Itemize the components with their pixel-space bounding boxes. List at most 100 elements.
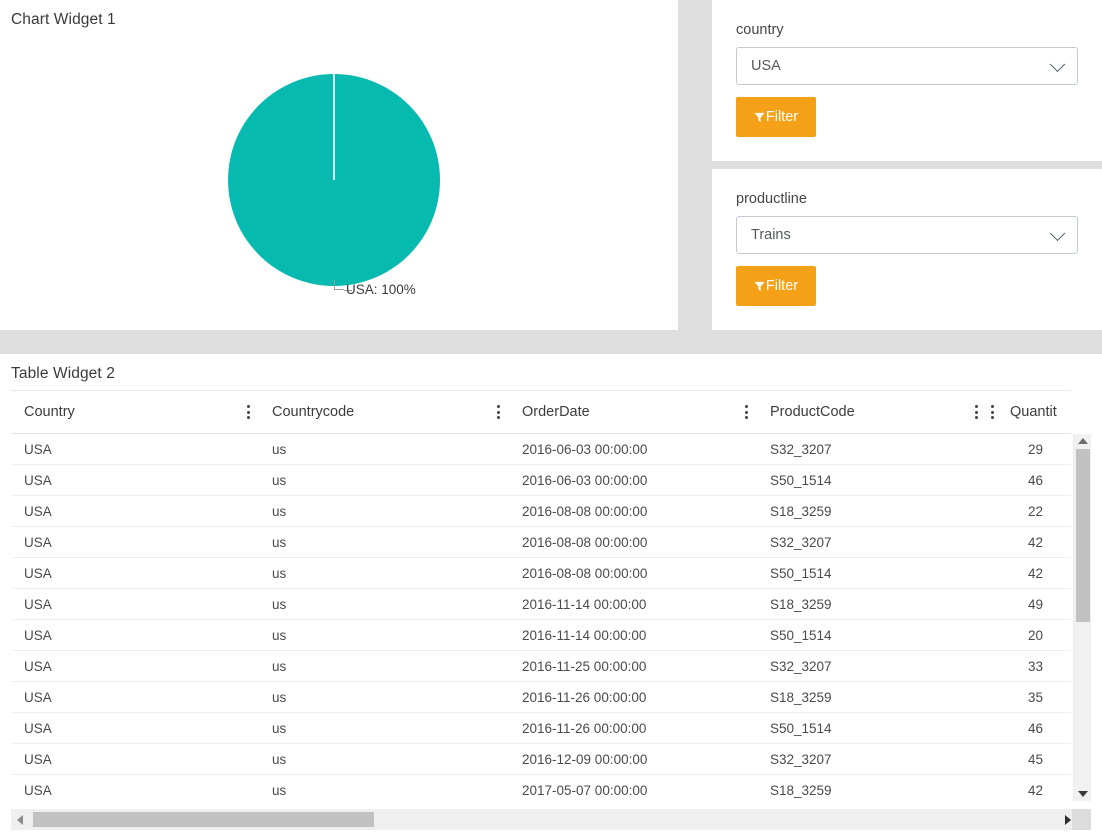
table-cell: 42 — [987, 526, 1071, 558]
productline-filter-button[interactable]: Filter — [736, 266, 816, 306]
column-header-label: ProductCode — [770, 404, 855, 420]
country-select[interactable]: USA — [736, 47, 1078, 85]
table-cell: us — [259, 526, 509, 558]
table-cell: us — [259, 619, 509, 651]
column-gutter — [678, 0, 712, 330]
scrollbar-corner — [1072, 809, 1091, 830]
table-vertical-scrollbar[interactable] — [1073, 434, 1091, 801]
table-cell: S18_3259 — [757, 774, 987, 801]
table-widget-title: Table Widget 2 — [11, 365, 115, 382]
kebab-menu-icon[interactable] — [991, 405, 994, 419]
funnel-icon — [754, 281, 765, 291]
column-header-orderdate[interactable]: OrderDate — [509, 390, 757, 434]
chevron-down-icon — [1049, 56, 1066, 73]
table-cell: USA — [11, 681, 259, 713]
column-header-label: Quantit — [1010, 404, 1057, 420]
table-cell: USA — [11, 619, 259, 651]
table-cell: 46 — [987, 464, 1071, 496]
table-cell: USA — [11, 495, 259, 527]
table-cell: us — [259, 495, 509, 527]
horizontal-scrollbar-thumb[interactable] — [33, 812, 374, 827]
column-header-countrycode[interactable]: Countrycode — [259, 390, 509, 434]
table-cell: USA — [11, 557, 259, 589]
chevron-down-icon — [1049, 225, 1066, 242]
kebab-menu-icon[interactable] — [975, 405, 978, 419]
table-cell: 2017-05-07 00:00:00 — [509, 774, 757, 801]
table-row[interactable]: USA us 2016-06-03 00:00:00 S50_1514 46 — [11, 464, 1071, 496]
table-cell: S32_3207 — [757, 743, 987, 775]
table-row[interactable]: USA us 2016-08-08 00:00:00 S18_3259 22 — [11, 495, 1071, 527]
arrow-up-icon[interactable] — [1077, 438, 1088, 444]
chart-widget-panel: Chart Widget 1 USA: 100% — [0, 0, 678, 330]
table-cell: 2016-06-03 00:00:00 — [509, 433, 757, 465]
table-row[interactable]: USA us 2016-11-14 00:00:00 S50_1514 20 — [11, 619, 1071, 651]
table-row[interactable]: USA us 2016-11-14 00:00:00 S18_3259 49 — [11, 588, 1071, 620]
arrow-right-icon[interactable] — [1065, 814, 1071, 825]
dashboard: Chart Widget 1 USA: 100% country USA Fil… — [0, 0, 1102, 837]
top-row: Chart Widget 1 USA: 100% country USA Fil… — [0, 0, 1102, 330]
table-cell: us — [259, 681, 509, 713]
row-gutter — [0, 330, 1102, 354]
table-cell: 46 — [987, 712, 1071, 744]
kebab-menu-icon[interactable] — [745, 405, 748, 419]
table-cell: 2016-11-26 00:00:00 — [509, 681, 757, 713]
table-cell: us — [259, 588, 509, 620]
column-header-label: OrderDate — [522, 404, 590, 420]
table-row[interactable]: USA us 2017-05-07 00:00:00 S18_3259 42 — [11, 774, 1071, 801]
table-cell: 2016-06-03 00:00:00 — [509, 464, 757, 496]
table-row[interactable]: USA us 2016-08-08 00:00:00 S32_3207 42 — [11, 526, 1071, 558]
table-cell: S18_3259 — [757, 681, 987, 713]
table-cell: 2016-08-08 00:00:00 — [509, 557, 757, 589]
country-filter-button-label: Filter — [765, 109, 799, 125]
filter-panel-productline: productline Trains Filter — [712, 169, 1102, 330]
table-cell: USA — [11, 712, 259, 744]
table-scroll-area[interactable]: Country Countrycode OrderDate ProductCod… — [11, 390, 1102, 801]
pie-slice-divider — [333, 74, 335, 180]
table-cell: S32_3207 — [757, 526, 987, 558]
productline-filter-button-label: Filter — [765, 278, 799, 294]
table-cell: USA — [11, 464, 259, 496]
country-select-value: USA — [751, 58, 781, 74]
table-row[interactable]: USA us 2016-11-25 00:00:00 S32_3207 33 — [11, 650, 1071, 682]
table-cell: us — [259, 774, 509, 801]
table-cell: 20 — [987, 619, 1071, 651]
pie-label-leader-line — [334, 280, 344, 290]
table-horizontal-scrollbar[interactable] — [11, 809, 1091, 830]
column-header-productcode[interactable]: ProductCode — [757, 390, 987, 434]
table-cell: 22 — [987, 495, 1071, 527]
vertical-scrollbar-thumb[interactable] — [1076, 449, 1090, 622]
column-header-quantity[interactable]: Quantit — [987, 390, 1071, 434]
table-row[interactable]: USA us 2016-12-09 00:00:00 S32_3207 45 — [11, 743, 1071, 775]
kebab-menu-icon[interactable] — [497, 405, 500, 419]
table-cell: S50_1514 — [757, 712, 987, 744]
table-cell: S18_3259 — [757, 495, 987, 527]
arrow-down-icon[interactable] — [1077, 791, 1088, 797]
table-row[interactable]: USA us 2016-06-03 00:00:00 S32_3207 29 — [11, 433, 1071, 465]
table-header-row: Country Countrycode OrderDate ProductCod… — [11, 390, 1071, 434]
pie-chart[interactable]: USA: 100% — [0, 34, 678, 330]
table-row[interactable]: USA us 2016-11-26 00:00:00 S18_3259 35 — [11, 681, 1071, 713]
table-cell: us — [259, 433, 509, 465]
kebab-menu-icon[interactable] — [247, 405, 250, 419]
table-row[interactable]: USA us 2016-11-26 00:00:00 S50_1514 46 — [11, 712, 1071, 744]
pie-slice-usa[interactable] — [228, 74, 440, 286]
table-cell: us — [259, 712, 509, 744]
table-cell: USA — [11, 650, 259, 682]
table-cell: S18_3259 — [757, 588, 987, 620]
column-header-country[interactable]: Country — [11, 390, 259, 434]
productline-select[interactable]: Trains — [736, 216, 1078, 254]
table-cell: 2016-11-26 00:00:00 — [509, 712, 757, 744]
table-cell: USA — [11, 774, 259, 801]
table-row[interactable]: USA us 2016-08-08 00:00:00 S50_1514 42 — [11, 557, 1071, 589]
country-filter-button[interactable]: Filter — [736, 97, 816, 137]
table-cell: 42 — [987, 557, 1071, 589]
table-cell: 49 — [987, 588, 1071, 620]
filters-column: country USA Filter productline Trains Fi… — [712, 0, 1102, 330]
column-header-label: Country — [24, 404, 75, 420]
table-cell: S32_3207 — [757, 650, 987, 682]
table-cell: 45 — [987, 743, 1071, 775]
table-cell: S50_1514 — [757, 619, 987, 651]
arrow-left-icon[interactable] — [17, 814, 23, 825]
column-header-label: Countrycode — [272, 404, 355, 420]
pie-slice-label: USA: 100% — [346, 282, 416, 297]
